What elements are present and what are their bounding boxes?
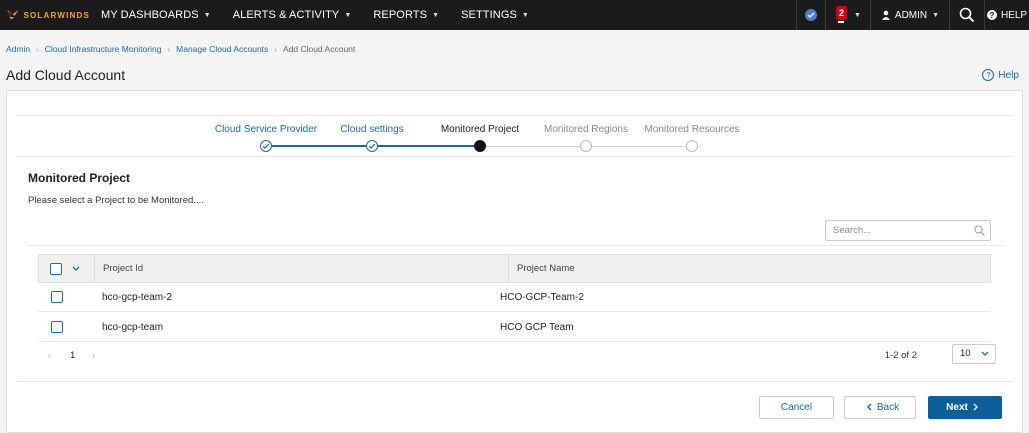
chevron-left-icon	[866, 403, 872, 413]
next-label: Next	[946, 402, 968, 413]
table-header: Project Id Project Name	[38, 254, 991, 283]
pagination-range: 1-2 of 2	[884, 350, 917, 361]
cancel-button[interactable]: Cancel	[759, 396, 834, 419]
chevron-right-icon	[973, 403, 979, 413]
project-id-cell: hco-gcp-team	[102, 322, 164, 333]
step-pending-circle-icon	[686, 140, 698, 152]
projects-table: Project Id Project Name hco-gcp-team-2 H…	[28, 245, 1003, 342]
table-row[interactable]: hco-gcp-team HCO GCP Team	[38, 313, 991, 342]
top-navbar: SOLARWINDS MY DASHBOARDS ▼ ALERTS & ACTIV…	[0, 0, 1029, 30]
help-menu[interactable]: ? HELP	[985, 0, 1029, 30]
project-name-cell: HCO-GCP-Team-2	[500, 292, 584, 303]
nav-label: ALERTS & ACTIVITY	[232, 9, 340, 21]
section-description: Please select a Project to be Monitored.…	[28, 195, 204, 206]
chevron-right-icon: ›	[274, 44, 277, 54]
search-icon	[959, 7, 975, 23]
brand-logo[interactable]: SOLARWINDS	[0, 0, 90, 30]
current-page-number[interactable]: 1	[70, 350, 75, 361]
chevron-right-icon: ›	[36, 44, 39, 54]
nav-label: MY DASHBOARDS	[101, 9, 199, 21]
wizard-footer: Cancel Back Next	[17, 381, 1013, 433]
step-check-icon[interactable]	[260, 140, 272, 152]
user-name: ADMIN	[894, 9, 928, 21]
brand-name: SOLARWINDS	[23, 10, 90, 20]
select-options-chevron-down-icon[interactable]	[68, 261, 84, 277]
row-checkbox[interactable]	[51, 321, 63, 333]
nav-alerts-activity[interactable]: ALERTS & ACTIVITY ▼	[222, 0, 363, 30]
user-icon	[881, 10, 890, 20]
breadcrumb: Admin › Cloud Infrastructure Monitoring …	[6, 44, 355, 54]
select-all-checkbox[interactable]	[50, 262, 62, 275]
pagination: ‹ 1 › 1-2 of 2 10	[28, 343, 1003, 369]
next-page-chevron-right-icon[interactable]: ›	[92, 350, 95, 360]
next-button[interactable]: Next	[928, 396, 1002, 419]
wizard-steps: Cloud Service Provider Cloud settings Mo…	[17, 115, 1013, 157]
status-button[interactable]	[797, 0, 825, 30]
breadcrumb-manage-cloud-accounts[interactable]: Manage Cloud Accounts	[176, 44, 268, 54]
column-header-project-id[interactable]: Project Id	[103, 255, 143, 282]
step-check-icon[interactable]	[366, 140, 378, 152]
nav-my-dashboards[interactable]: MY DASHBOARDS ▼	[90, 0, 222, 30]
step-pending-circle-icon	[580, 140, 592, 152]
page-size-select[interactable]: 10	[952, 344, 996, 364]
page-title: Add Cloud Account	[6, 67, 126, 83]
breadcrumb-cloud-infrastructure-monitoring[interactable]: Cloud Infrastructure Monitoring	[45, 44, 162, 54]
step-label-monitored-resources: Monitored Resources	[644, 124, 740, 135]
back-label: Back	[876, 402, 900, 413]
notifications-button[interactable]: 2 ▼	[826, 0, 870, 30]
back-button[interactable]: Back	[844, 396, 916, 419]
breadcrumb-current: Add Cloud Account	[282, 44, 356, 54]
wizard-card: Cloud Service Provider Cloud settings Mo…	[6, 90, 1023, 433]
page-help-link[interactable]: ? Help	[982, 69, 1019, 81]
nav-reports[interactable]: REPORTS ▼	[362, 0, 450, 30]
help-circle-icon: ?	[982, 69, 995, 81]
page-size-value: 10	[960, 348, 971, 359]
cancel-label: Cancel	[780, 402, 813, 413]
nav-label: REPORTS	[373, 9, 428, 21]
search-icon[interactable]	[974, 225, 985, 236]
step-connector	[586, 146, 692, 147]
nav-settings[interactable]: SETTINGS ▼	[450, 0, 540, 30]
step-label-monitored-project: Monitored Project	[440, 124, 520, 135]
section-title: Monitored Project	[28, 171, 131, 185]
step-connector	[480, 146, 586, 147]
user-menu[interactable]: ADMIN ▼	[871, 0, 949, 30]
nav-label: SETTINGS	[461, 9, 517, 21]
step-label-cloud-service-provider[interactable]: Cloud Service Provider	[215, 124, 317, 135]
chevron-down-icon	[981, 345, 989, 364]
global-search-button[interactable]	[950, 0, 984, 30]
step-label-cloud-settings[interactable]: Cloud settings	[340, 124, 403, 135]
help-label: HELP	[1000, 9, 1028, 21]
select-all-cell	[39, 255, 95, 282]
search-input[interactable]	[833, 221, 973, 240]
notification-bell-icon: 2	[835, 6, 849, 24]
caret-down-icon: ▼	[432, 11, 440, 19]
caret-down-icon: ▼	[932, 11, 940, 19]
search-box	[825, 220, 991, 241]
row-checkbox[interactable]	[51, 291, 63, 303]
step-current-dot-icon	[474, 140, 486, 152]
status-check-icon	[805, 9, 817, 21]
step-connector-done	[266, 145, 372, 147]
project-name-cell: HCO GCP Team	[500, 322, 574, 333]
caret-down-icon: ▼	[203, 11, 211, 19]
caret-down-icon: ▼	[854, 11, 861, 19]
page-help-label: Help	[998, 69, 1019, 81]
solarwinds-logo-icon	[6, 9, 19, 20]
prev-page-chevron-left-icon[interactable]: ‹	[48, 350, 51, 360]
caret-down-icon: ▼	[521, 11, 529, 19]
help-icon: ?	[986, 10, 997, 20]
chevron-right-icon: ›	[167, 44, 171, 54]
column-header-project-name[interactable]: Project Name	[508, 255, 992, 282]
step-label-monitored-regions: Monitored Regions	[544, 124, 628, 135]
table-row[interactable]: hco-gcp-team-2 HCO-GCP-Team-2	[38, 283, 991, 312]
project-id-cell: hco-gcp-team-2	[102, 292, 173, 303]
caret-down-icon: ▼	[344, 11, 352, 19]
step-connector-done	[372, 145, 480, 147]
breadcrumb-admin[interactable]: Admin	[6, 44, 30, 54]
nav-right-tools: 2 ▼ ADMIN ▼ ? HELP	[796, 0, 1029, 30]
